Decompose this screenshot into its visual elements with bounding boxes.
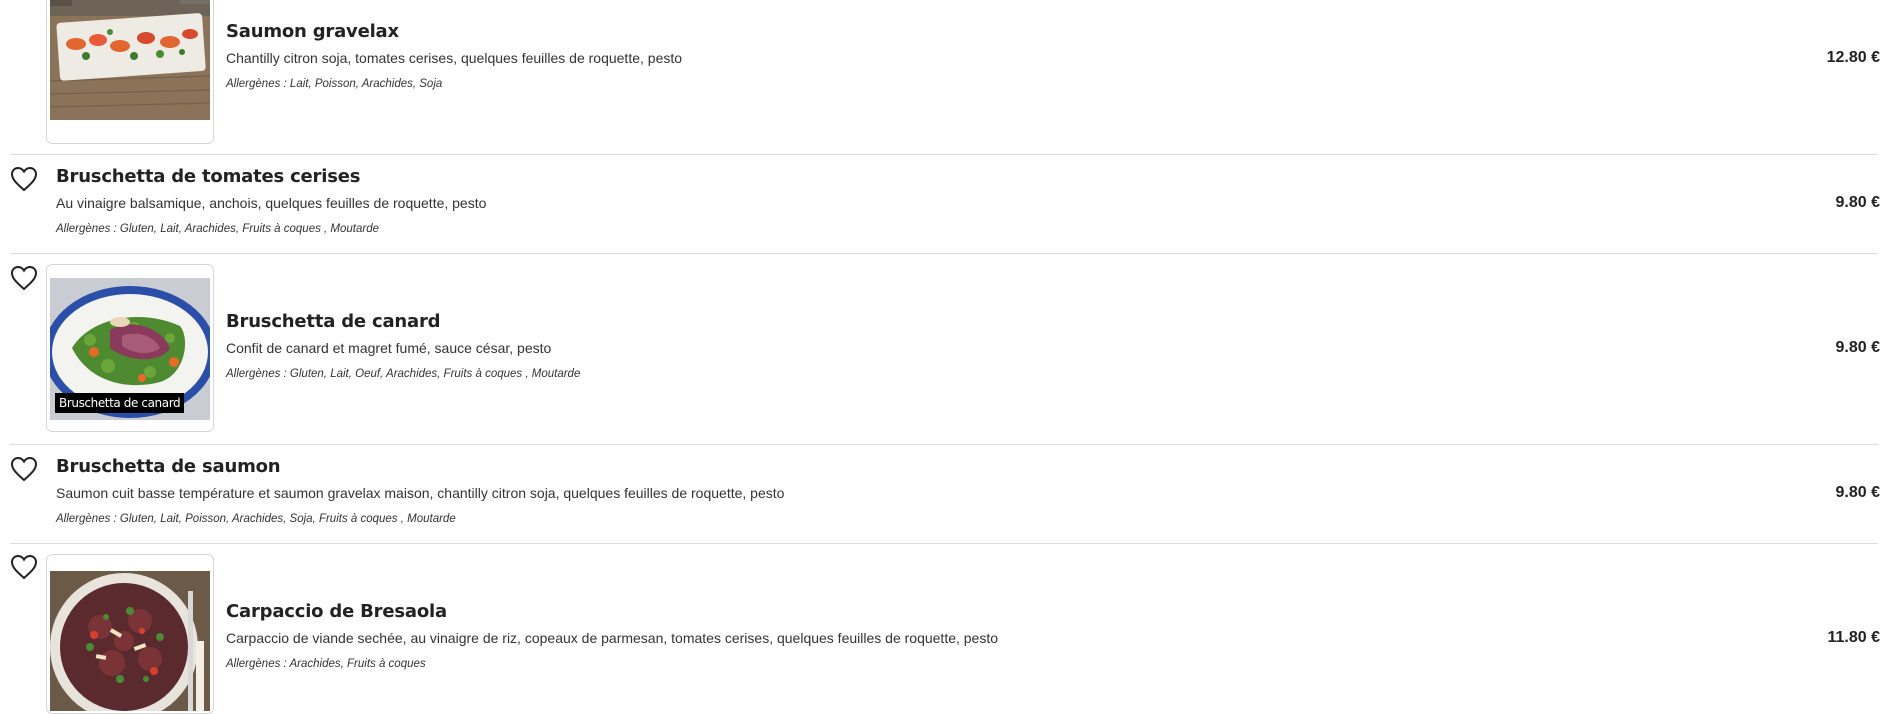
dish-allergens: Allergènes : Arachides, Fruits à coques xyxy=(226,658,426,670)
heart-outline-icon[interactable] xyxy=(10,456,38,482)
salmon-plate-image xyxy=(50,0,210,120)
carpaccio-plate-image xyxy=(50,571,210,711)
dish-description: Carpaccio de viande sechée, au vinaigre … xyxy=(226,630,999,646)
dish-allergens: Allergènes : Gluten, Lait, Oeuf, Arachid… xyxy=(226,368,581,380)
divider xyxy=(10,444,1878,445)
dish-photo-bruschetta-canard[interactable]: Bruschetta de canard xyxy=(46,264,214,432)
heart-outline-icon[interactable] xyxy=(10,265,38,291)
dish-name: Bruschetta de canard xyxy=(226,311,441,332)
heart-outline-icon[interactable] xyxy=(10,554,38,580)
dish-price: 11.80 € xyxy=(1827,629,1881,646)
heart-outline-icon[interactable] xyxy=(10,166,38,192)
dish-price: 12.80 € xyxy=(1826,49,1880,66)
dish-description: Au vinaigre balsamique, anchois, quelque… xyxy=(56,195,487,211)
dish-name: Bruschetta de tomates cerises xyxy=(56,166,361,187)
dish-name: Bruschetta de saumon xyxy=(56,456,281,477)
dish-description: Confit de canard et magret fumé, sauce c… xyxy=(226,340,552,356)
dish-allergens: Allergènes : Gluten, Lait, Arachides, Fr… xyxy=(56,223,380,235)
dish-price: 9.80 € xyxy=(1835,484,1880,501)
dish-name: Carpaccio de Bresaola xyxy=(226,601,447,622)
dish-allergens: Allergènes : Gluten, Lait, Poisson, Arac… xyxy=(56,513,456,525)
dish-price: 9.80 € xyxy=(1835,194,1880,211)
dish-price: 9.80 € xyxy=(1835,339,1880,356)
dish-photo-saumon-gravelax[interactable] xyxy=(46,0,214,144)
divider xyxy=(10,154,1878,155)
dish-name: Saumon gravelax xyxy=(226,21,399,42)
divider xyxy=(10,543,1878,544)
dish-description: Chantilly citron soja, tomates cerises, … xyxy=(226,50,683,66)
dish-allergens: Allergènes : Lait, Poisson, Arachides, S… xyxy=(226,78,443,90)
photo-caption: Bruschetta de canard xyxy=(55,393,185,413)
divider xyxy=(10,253,1878,254)
dish-photo-carpaccio-bresaola[interactable] xyxy=(46,554,214,714)
dish-description: Saumon cuit basse température et saumon … xyxy=(56,485,785,501)
